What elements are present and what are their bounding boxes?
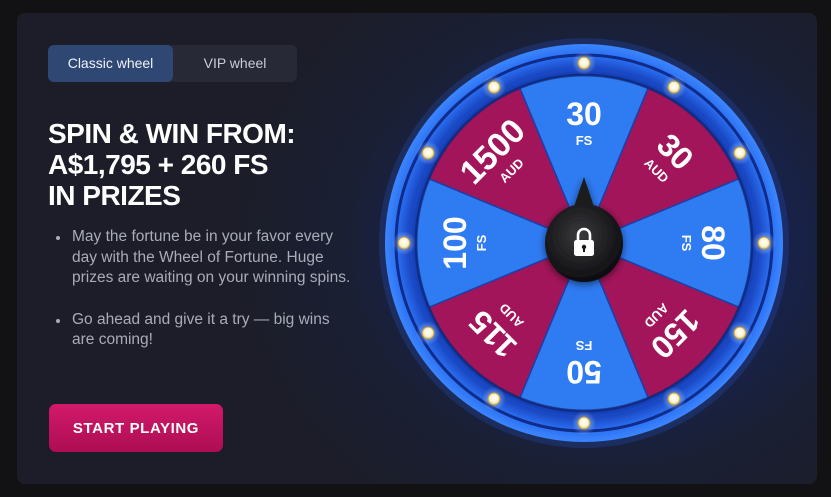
- rim-bulb: [733, 326, 747, 340]
- rim-bulb: [667, 80, 681, 94]
- rim-bulb: [421, 146, 435, 160]
- rim-bulb: [487, 392, 501, 406]
- rim-bulb: [577, 416, 591, 430]
- rim-bulb: [397, 236, 411, 250]
- wheel-promo-card: Classic wheel VIP wheel SPIN & WIN FROM:…: [17, 13, 817, 484]
- rim-bulb: [733, 146, 747, 160]
- rim-bulb: [577, 56, 591, 70]
- segment-unit: FS: [474, 234, 489, 251]
- segment-amount: 100: [437, 216, 473, 269]
- rim-bulb: [667, 392, 681, 406]
- segment-unit: FS: [575, 338, 592, 353]
- wheel-graphic: 30FS 30AUD80FS150AUD50FS115AUD100 FS1500AU…: [379, 38, 789, 448]
- rim-bulb: [487, 80, 501, 94]
- segment-amount: 50: [566, 354, 602, 390]
- rim-bulb: [421, 326, 435, 340]
- fortune-wheel[interactable]: 30FS 30AUD80FS150AUD50FS115AUD100 FS1500AU…: [17, 13, 817, 484]
- segment-amount: 80: [695, 225, 731, 261]
- segment-amount: 30: [566, 96, 602, 132]
- segment-unit: FS: [576, 133, 593, 148]
- rim-bulb: [757, 236, 771, 250]
- segment-unit: FS: [679, 235, 694, 252]
